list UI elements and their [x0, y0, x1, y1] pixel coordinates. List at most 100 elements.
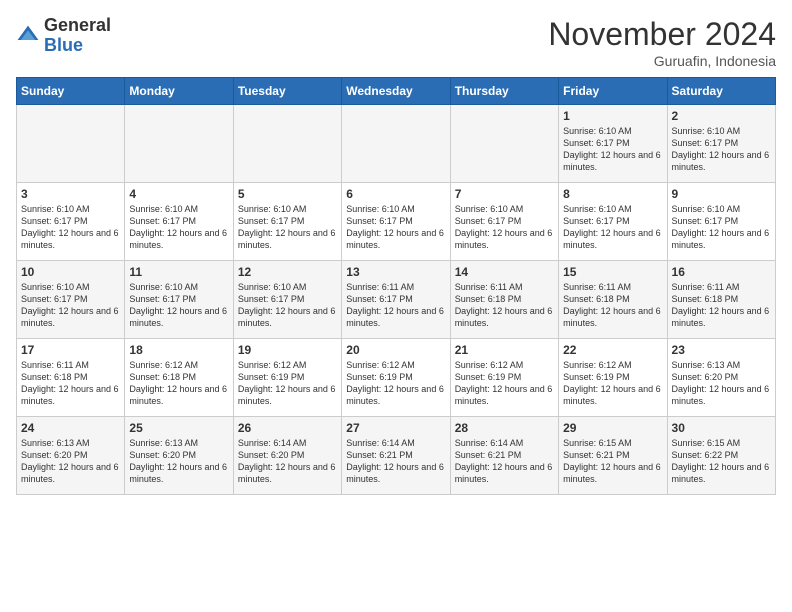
day-number: 16 [672, 265, 771, 279]
day-number: 17 [21, 343, 120, 357]
day-number: 10 [21, 265, 120, 279]
day-info: Sunrise: 6:11 AM Sunset: 6:18 PM Dayligh… [672, 281, 771, 330]
calendar-cell: 8 Sunrise: 6:10 AM Sunset: 6:17 PM Daylig… [559, 183, 667, 261]
day-number: 30 [672, 421, 771, 435]
day-info: Sunrise: 6:14 AM Sunset: 6:20 PM Dayligh… [238, 437, 337, 486]
day-number: 15 [563, 265, 662, 279]
day-info: Sunrise: 6:10 AM Sunset: 6:17 PM Dayligh… [455, 203, 554, 252]
calendar-cell: 21Sunrise: 6:12 AM Sunset: 6:19 PM Dayli… [450, 339, 558, 417]
day-number: 18 [129, 343, 228, 357]
calendar-cell: 17 Sunrise: 6:11 AM Sunset: 6:18 PM Dayli… [17, 339, 125, 417]
day-number: 5 [238, 187, 337, 201]
calendar-cell: 11Sunrise: 6:10 AM Sunset: 6:17 PM Dayli… [125, 261, 233, 339]
day-info: Sunrise: 6:14 AM Sunset: 6:21 PM Dayligh… [346, 437, 445, 486]
day-info: Sunrise: 6:11 AM Sunset: 6:18 PM Dayligh… [455, 281, 554, 330]
day-info: Sunrise: 6:10 AM Sunset: 6:17 PM Dayligh… [21, 203, 120, 252]
calendar-cell [233, 105, 341, 183]
day-info: Sunrise: 6:10 AM Sunset: 6:17 PM Dayligh… [672, 203, 771, 252]
calendar-cell: 13 Sunrise: 6:11 AM Sunset: 6:17 PM Dayli… [342, 261, 450, 339]
day-number: 28 [455, 421, 554, 435]
calendar-cell: 20 Sunrise: 6:12 AM Sunset: 6:19 PM Dayli… [342, 339, 450, 417]
day-info: Sunrise: 6:13 AM Sunset: 6:20 PM Dayligh… [129, 437, 228, 486]
day-number: 9 [672, 187, 771, 201]
day-info: Sunrise: 6:11 AM Sunset: 6:17 PM Dayligh… [346, 281, 445, 330]
day-info: Sunrise: 6:12 AM Sunset: 6:19 PM Dayligh… [346, 359, 445, 408]
weekday-header-monday: Monday [125, 78, 233, 105]
day-info: Sunrise: 6:15 AM Sunset: 6:21 PM Dayligh… [563, 437, 662, 486]
day-info: Sunrise: 6:15 AM Sunset: 6:22 PM Dayligh… [672, 437, 771, 486]
calendar-cell: 27 Sunrise: 6:14 AM Sunset: 6:21 PM Dayli… [342, 417, 450, 495]
day-number: 19 [238, 343, 337, 357]
day-info: Sunrise: 6:10 AM Sunset: 6:17 PM Dayligh… [21, 281, 120, 330]
week-row-4: 17 Sunrise: 6:11 AM Sunset: 6:18 PM Dayli… [17, 339, 776, 417]
location-subtitle: Guruafin, Indonesia [548, 53, 776, 69]
week-row-1: 1 Sunrise: 6:10 AM Sunset: 6:17 PM Daylig… [17, 105, 776, 183]
calendar-cell: 14 Sunrise: 6:11 AM Sunset: 6:18 PM Dayli… [450, 261, 558, 339]
day-number: 25 [129, 421, 228, 435]
calendar-cell: 6Sunrise: 6:10 AM Sunset: 6:17 PM Daylig… [342, 183, 450, 261]
day-number: 21 [455, 343, 554, 357]
day-info: Sunrise: 6:10 AM Sunset: 6:17 PM Dayligh… [563, 125, 662, 174]
calendar-cell [17, 105, 125, 183]
logo-blue: Blue [44, 36, 111, 56]
day-number: 1 [563, 109, 662, 123]
day-info: Sunrise: 6:10 AM Sunset: 6:17 PM Dayligh… [129, 281, 228, 330]
day-number: 6 [346, 187, 445, 201]
day-info: Sunrise: 6:11 AM Sunset: 6:18 PM Dayligh… [21, 359, 120, 408]
day-number: 23 [672, 343, 771, 357]
page-header: General Blue November 2024 Guruafin, Ind… [16, 16, 776, 69]
day-info: Sunrise: 6:10 AM Sunset: 6:17 PM Dayligh… [238, 281, 337, 330]
calendar-cell: 10 Sunrise: 6:10 AM Sunset: 6:17 PM Dayli… [17, 261, 125, 339]
day-number: 27 [346, 421, 445, 435]
calendar-cell: 2 Sunrise: 6:10 AM Sunset: 6:17 PM Daylig… [667, 105, 775, 183]
day-number: 12 [238, 265, 337, 279]
week-row-5: 24 Sunrise: 6:13 AM Sunset: 6:20 PM Dayli… [17, 417, 776, 495]
calendar-cell [450, 105, 558, 183]
calendar-cell: 26Sunrise: 6:14 AM Sunset: 6:20 PM Dayli… [233, 417, 341, 495]
day-info: Sunrise: 6:13 AM Sunset: 6:20 PM Dayligh… [21, 437, 120, 486]
day-info: Sunrise: 6:10 AM Sunset: 6:17 PM Dayligh… [672, 125, 771, 174]
day-number: 8 [563, 187, 662, 201]
logo-icon [16, 24, 40, 48]
day-number: 2 [672, 109, 771, 123]
day-info: Sunrise: 6:12 AM Sunset: 6:19 PM Dayligh… [563, 359, 662, 408]
day-number: 29 [563, 421, 662, 435]
day-info: Sunrise: 6:12 AM Sunset: 6:18 PM Dayligh… [129, 359, 228, 408]
calendar-cell [125, 105, 233, 183]
weekday-header-thursday: Thursday [450, 78, 558, 105]
calendar-cell: 29 Sunrise: 6:15 AM Sunset: 6:21 PM Dayli… [559, 417, 667, 495]
calendar-cell: 19Sunrise: 6:12 AM Sunset: 6:19 PM Dayli… [233, 339, 341, 417]
title-block: November 2024 Guruafin, Indonesia [548, 16, 776, 69]
weekday-header-tuesday: Tuesday [233, 78, 341, 105]
weekday-header-friday: Friday [559, 78, 667, 105]
calendar-cell: 18 Sunrise: 6:12 AM Sunset: 6:18 PM Dayli… [125, 339, 233, 417]
calendar-cell: 16 Sunrise: 6:11 AM Sunset: 6:18 PM Dayli… [667, 261, 775, 339]
calendar-cell: 1 Sunrise: 6:10 AM Sunset: 6:17 PM Daylig… [559, 105, 667, 183]
calendar-cell: 15Sunrise: 6:11 AM Sunset: 6:18 PM Dayli… [559, 261, 667, 339]
day-info: Sunrise: 6:10 AM Sunset: 6:17 PM Dayligh… [129, 203, 228, 252]
day-number: 7 [455, 187, 554, 201]
day-number: 4 [129, 187, 228, 201]
day-number: 22 [563, 343, 662, 357]
logo-general: General [44, 16, 111, 36]
calendar-cell: 28 Sunrise: 6:14 AM Sunset: 6:21 PM Dayli… [450, 417, 558, 495]
weekday-header-wednesday: Wednesday [342, 78, 450, 105]
day-info: Sunrise: 6:13 AM Sunset: 6:20 PM Dayligh… [672, 359, 771, 408]
calendar-cell: 22 Sunrise: 6:12 AM Sunset: 6:19 PM Dayli… [559, 339, 667, 417]
day-info: Sunrise: 6:14 AM Sunset: 6:21 PM Dayligh… [455, 437, 554, 486]
logo: General Blue [16, 16, 111, 56]
day-info: Sunrise: 6:10 AM Sunset: 6:17 PM Dayligh… [563, 203, 662, 252]
day-info: Sunrise: 6:10 AM Sunset: 6:17 PM Dayligh… [238, 203, 337, 252]
day-number: 14 [455, 265, 554, 279]
calendar-cell: 7 Sunrise: 6:10 AM Sunset: 6:17 PM Daylig… [450, 183, 558, 261]
calendar-cell: 9 Sunrise: 6:10 AM Sunset: 6:17 PM Daylig… [667, 183, 775, 261]
calendar-cell [342, 105, 450, 183]
calendar-cell: 30 Sunrise: 6:15 AM Sunset: 6:22 PM Dayli… [667, 417, 775, 495]
day-number: 3 [21, 187, 120, 201]
calendar-cell: 23 Sunrise: 6:13 AM Sunset: 6:20 PM Dayli… [667, 339, 775, 417]
day-number: 13 [346, 265, 445, 279]
day-number: 20 [346, 343, 445, 357]
day-number: 24 [21, 421, 120, 435]
calendar-cell: 4 Sunrise: 6:10 AM Sunset: 6:17 PM Daylig… [125, 183, 233, 261]
calendar-cell: 5 Sunrise: 6:10 AM Sunset: 6:17 PM Daylig… [233, 183, 341, 261]
